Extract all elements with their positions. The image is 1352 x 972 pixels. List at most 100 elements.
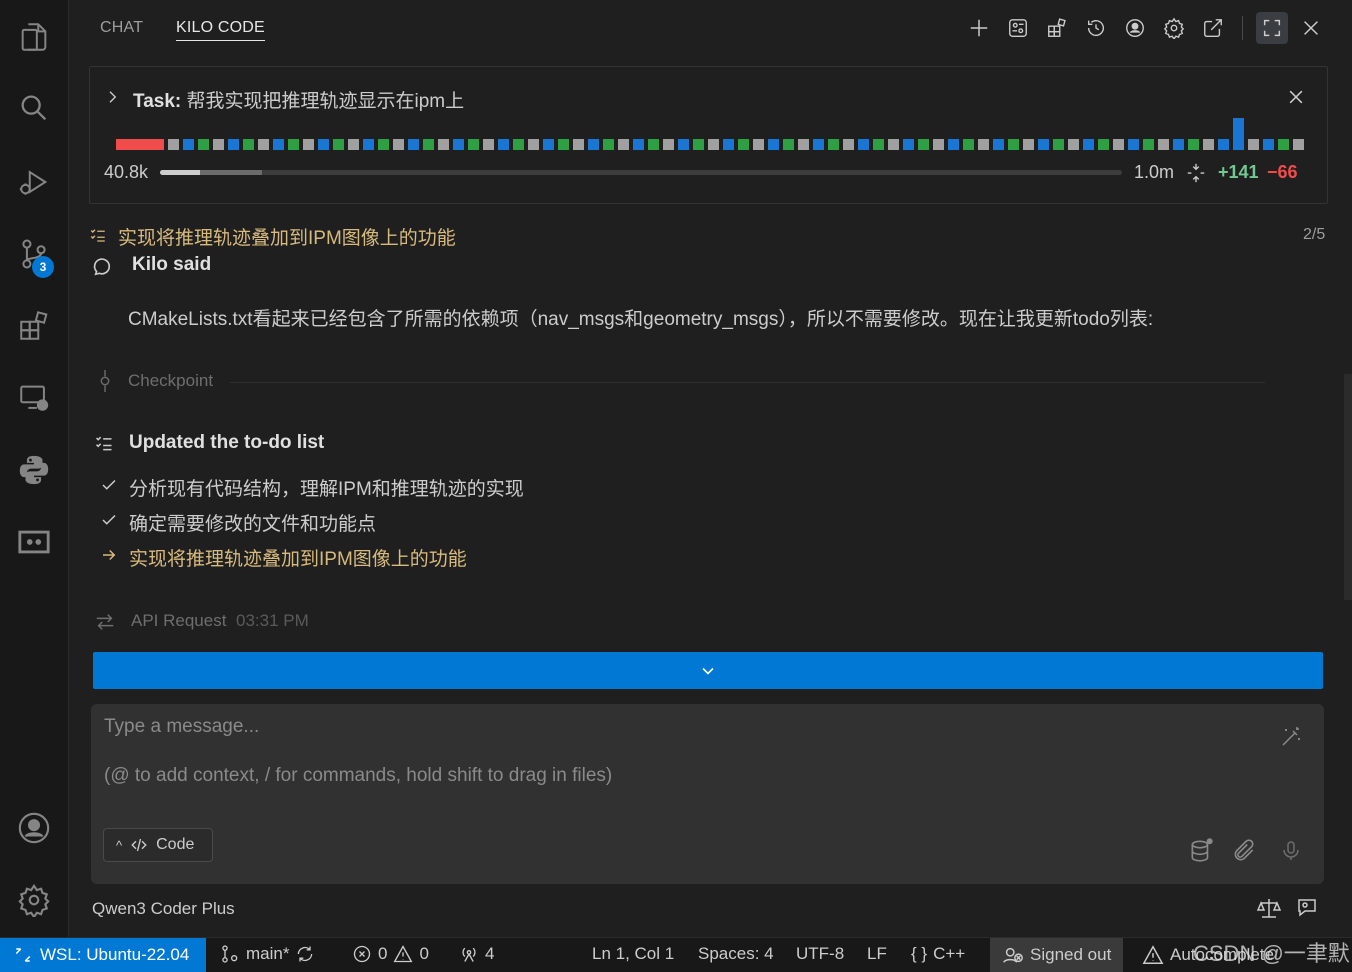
context-segment — [363, 139, 374, 150]
history-board-icon[interactable] — [1004, 14, 1032, 42]
error-icon — [353, 945, 371, 963]
warning-icon — [1142, 945, 1164, 964]
context-segment — [768, 139, 779, 150]
api-request-time: 03:31 PM — [236, 611, 309, 630]
attach-icon[interactable] — [1231, 838, 1257, 864]
context-segment — [1008, 139, 1019, 150]
task-title[interactable]: Task: 帮我实现把推理轨迹显示在ipm上 — [133, 86, 464, 113]
context-segment — [993, 139, 1004, 150]
settings-icon[interactable] — [14, 880, 54, 920]
balance-scale-icon[interactable] — [1256, 896, 1282, 920]
account-icon[interactable] — [14, 808, 54, 848]
message-input-box[interactable] — [91, 704, 1324, 884]
account-circle-icon[interactable] — [1121, 14, 1149, 42]
extensions-icon[interactable] — [14, 306, 54, 346]
tab-chat[interactable]: CHAT — [100, 19, 143, 37]
explorer-icon[interactable] — [14, 17, 54, 57]
braces-icon: { } — [911, 944, 928, 963]
kilo-code-icon[interactable] — [14, 522, 54, 562]
context-max: 1.0m — [1134, 162, 1175, 182]
context-segment — [168, 139, 179, 150]
api-request-label[interactable]: API Request — [131, 611, 226, 631]
feedback-icon[interactable] — [1294, 896, 1320, 920]
close-icon[interactable] — [1297, 14, 1325, 42]
context-segment — [1263, 139, 1274, 150]
context-segment — [738, 139, 749, 150]
branch-indicator[interactable]: main* — [220, 944, 315, 964]
problems-indicator[interactable]: 0 0 — [352, 944, 429, 964]
ports-indicator[interactable]: 4 — [459, 944, 494, 964]
context-segment — [393, 139, 404, 150]
context-segment — [648, 139, 659, 150]
context-segment — [498, 139, 509, 150]
indentation[interactable]: Spaces: 4 — [698, 944, 774, 964]
context-segment — [348, 139, 359, 150]
context-segment — [678, 139, 689, 150]
context-segment — [903, 139, 914, 150]
check-icon — [100, 476, 118, 494]
cursor-position[interactable]: Ln 1, Col 1 — [592, 944, 674, 964]
fullscreen-icon[interactable] — [1256, 12, 1288, 44]
enhance-prompt-icon[interactable] — [1279, 725, 1303, 749]
context-segment — [1128, 139, 1139, 150]
context-segment — [408, 139, 419, 150]
todo-current-title[interactable]: 实现将推理轨迹叠加到IPM图像上的功能 — [118, 223, 456, 250]
context-segment — [918, 139, 929, 150]
account-label: Signed out — [1030, 945, 1112, 964]
history-icon[interactable] — [1082, 14, 1110, 42]
condense-icon[interactable] — [1185, 162, 1207, 184]
context-segment — [438, 139, 449, 150]
context-segment — [963, 139, 974, 150]
context-segment — [1098, 139, 1109, 150]
context-segment — [288, 139, 299, 150]
remote-indicator[interactable]: WSL: Ubuntu-22.04 — [0, 938, 206, 972]
context-segment — [258, 139, 269, 150]
model-selector[interactable]: Qwen3 Coder Plus — [92, 899, 235, 919]
watermark: CSDN @一聿默 — [1193, 941, 1350, 966]
context-segment — [573, 139, 584, 150]
account-status[interactable]: Signed out — [990, 938, 1124, 972]
speech-bubble-icon — [91, 255, 117, 277]
task-text: 帮我实现把推理轨迹显示在ipm上 — [186, 91, 465, 112]
context-segment — [723, 139, 734, 150]
context-segment — [198, 139, 209, 150]
remote-explorer-icon[interactable] — [14, 378, 54, 418]
context-segment — [753, 139, 764, 150]
settings-icon[interactable] — [1160, 14, 1188, 42]
microphone-icon[interactable] — [1279, 838, 1303, 864]
checkpoint-label[interactable]: Checkpoint — [128, 371, 213, 391]
context-segment — [828, 139, 839, 150]
scroll-to-bottom-button[interactable] — [93, 652, 1323, 689]
open-external-icon[interactable] — [1199, 14, 1227, 42]
context-segment — [1053, 139, 1064, 150]
encoding[interactable]: UTF-8 — [796, 944, 844, 964]
marketplace-icon[interactable] — [1043, 14, 1071, 42]
run-debug-icon[interactable] — [14, 162, 54, 202]
context-segment — [183, 139, 194, 150]
mode-selector-button[interactable]: ^ Code — [103, 828, 213, 862]
search-icon[interactable] — [14, 88, 54, 128]
database-icon[interactable] — [1188, 838, 1214, 864]
scrollbar-thumb[interactable] — [1344, 374, 1352, 600]
sync-icon[interactable] — [295, 944, 315, 964]
branch-icon — [222, 945, 238, 963]
context-segment — [318, 139, 329, 150]
plus-icon[interactable] — [965, 14, 993, 42]
message-input-placeholder[interactable]: Type a message... — [104, 716, 259, 738]
context-segment — [1038, 139, 1049, 150]
chevron-right-icon[interactable] — [104, 87, 122, 107]
context-segment — [378, 139, 389, 150]
python-icon[interactable] — [14, 450, 54, 490]
end-of-line[interactable]: LF — [867, 944, 887, 964]
context-segment — [303, 139, 314, 150]
branch-label: main* — [246, 944, 290, 963]
language-mode[interactable]: { } C++ — [911, 944, 965, 964]
context-segment — [468, 139, 479, 150]
chevron-up-icon: ^ — [116, 837, 123, 853]
context-segment — [588, 139, 599, 150]
mode-label: Code — [156, 836, 195, 853]
ports-count: 4 — [485, 944, 495, 963]
task-close-icon[interactable] — [1286, 87, 1306, 107]
todo-item-current: 实现将推理轨迹叠加到IPM图像上的功能 — [129, 549, 467, 570]
tab-kilo-code[interactable]: KILO CODE — [176, 19, 265, 41]
